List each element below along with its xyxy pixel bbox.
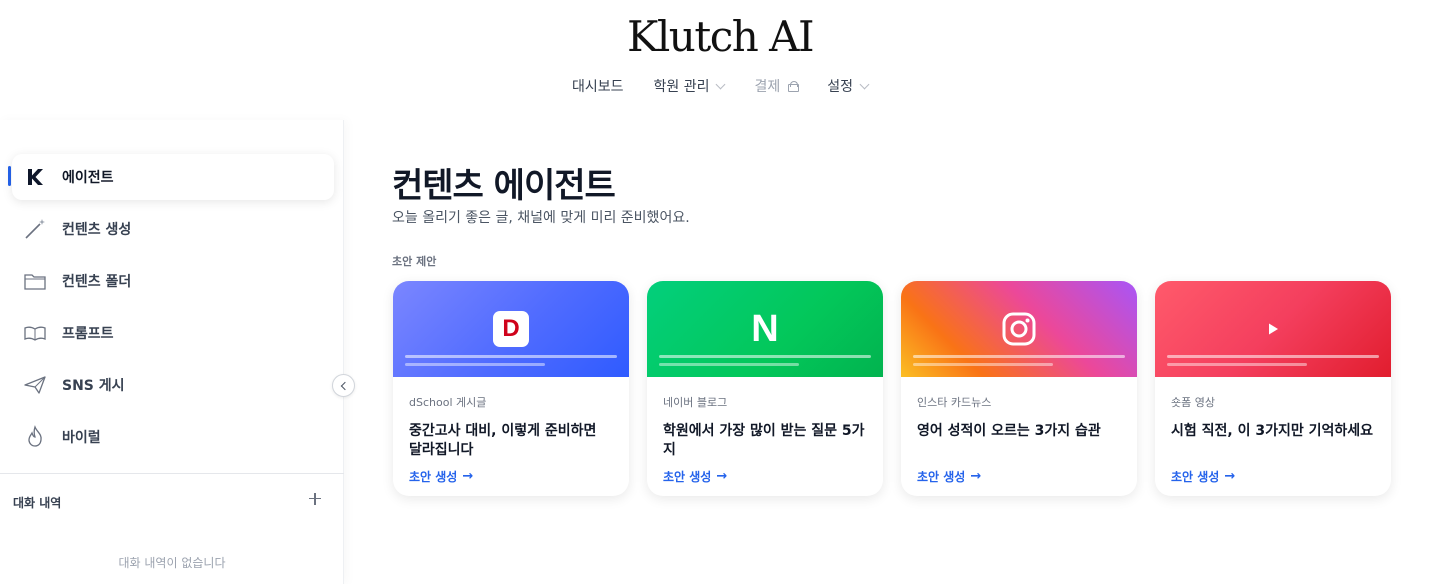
- collapse-sidebar-button[interactable]: [332, 374, 355, 397]
- section-label: 초안 제안: [392, 255, 437, 268]
- card-title: 시험 직전, 이 3가지만 기억하세요: [1171, 423, 1373, 439]
- nav-academy-label: 학원 관리: [653, 79, 710, 95]
- card-source: 인스타 카드뉴스: [917, 396, 992, 409]
- card-source: 네이버 블로그: [663, 396, 728, 409]
- sidebar-divider: [0, 473, 344, 474]
- sidebar-item-label: 프롬프트: [62, 326, 114, 342]
- klutch-logo-icon: [22, 164, 48, 190]
- folder-icon: [22, 268, 48, 294]
- arrow-right-icon: →: [716, 469, 728, 484]
- nav-payment-label: 결제: [754, 79, 781, 95]
- arrow-right-icon: →: [970, 469, 982, 484]
- nav-dashboard-label: 대시보드: [571, 79, 624, 95]
- create-draft-button[interactable]: 초안 생성 →: [663, 468, 867, 485]
- naver-icon: N: [751, 307, 779, 350]
- play-icon: [1255, 311, 1291, 347]
- sidebar-item-viral[interactable]: 바이럴: [12, 414, 334, 460]
- sidebar: 에이전트 컨텐츠 생성 컨텐츠 폴더 프롬프트 SNS 게시 바이럴 대화 내역…: [0, 120, 344, 584]
- cta-label: 초안 생성: [663, 470, 712, 484]
- card-source: 숏폼 영상: [1171, 396, 1215, 409]
- new-conversation-button[interactable]: [306, 490, 324, 508]
- draft-card-naver-blog[interactable]: N 네이버 블로그 학원에서 가장 많이 받는 질문 5가지 초안 생성 →: [647, 281, 883, 496]
- page-subtitle: 오늘 올리기 좋은 글, 채널에 맞게 미리 준비했어요.: [392, 210, 690, 226]
- draft-card-instagram[interactable]: 인스타 카드뉴스 영어 성적이 오르는 3가지 습관 초안 생성 →: [901, 281, 1137, 496]
- card-header: [1155, 281, 1391, 377]
- sidebar-item-label: 컨텐츠 생성: [62, 222, 132, 238]
- history-title: 대화 내역: [13, 496, 62, 510]
- top-navigation: 대시보드 학원 관리 결제 설정: [0, 76, 1440, 96]
- open-book-icon: [22, 320, 48, 346]
- nav-dashboard[interactable]: 대시보드: [572, 76, 624, 96]
- magic-wand-icon: [22, 216, 48, 242]
- draft-card-short-video[interactable]: 숏폼 영상 시험 직전, 이 3가지만 기억하세요 초안 생성 →: [1155, 281, 1391, 496]
- create-draft-button[interactable]: 초안 생성 →: [1171, 468, 1375, 485]
- lock-icon: [788, 80, 800, 92]
- card-title: 영어 성적이 오르는 3가지 습관: [917, 423, 1101, 439]
- page-title: 컨텐츠 에이전트: [392, 166, 616, 206]
- create-draft-button[interactable]: 초안 생성 →: [917, 468, 1121, 485]
- cta-label: 초안 생성: [1171, 470, 1220, 484]
- arrow-right-icon: →: [1224, 469, 1236, 484]
- card-title: 중간고사 대비, 이렇게 준비하면 달라집니다: [409, 423, 597, 458]
- draft-card-dschool[interactable]: D dSchool 게시글 중간고사 대비, 이렇게 준비하면 달라집니다 초안…: [393, 281, 629, 496]
- sidebar-item-label: 바이럴: [62, 430, 101, 446]
- nav-settings[interactable]: 설정: [827, 76, 870, 96]
- arrow-right-icon: →: [462, 469, 474, 484]
- brand-logo[interactable]: Klutch AI: [0, 12, 1440, 61]
- create-draft-button[interactable]: 초안 생성 →: [409, 468, 613, 485]
- cta-label: 초안 생성: [409, 470, 458, 484]
- sidebar-item-label: 에이전트: [62, 170, 114, 186]
- card-header: D: [393, 281, 629, 377]
- instagram-icon: [1001, 311, 1037, 347]
- active-indicator: [8, 166, 11, 186]
- sidebar-item-label: SNS 게시: [62, 378, 125, 394]
- sidebar-item-agent[interactable]: 에이전트: [12, 154, 334, 200]
- card-title: 학원에서 가장 많이 받는 질문 5가지: [663, 423, 865, 458]
- chevron-down-icon: [716, 79, 726, 89]
- chevron-left-icon: [340, 381, 349, 390]
- card-header: N: [647, 281, 883, 377]
- sidebar-item-content-create[interactable]: 컨텐츠 생성: [12, 206, 334, 252]
- chevron-down-icon: [859, 79, 870, 89]
- card-header: [901, 281, 1137, 377]
- flame-icon: [22, 424, 48, 450]
- dschool-icon: D: [493, 311, 529, 347]
- cta-label: 초안 생성: [917, 470, 966, 484]
- history-empty-text: 대화 내역이 없습니다: [118, 556, 226, 570]
- sidebar-item-content-folder[interactable]: 컨텐츠 폴더: [12, 258, 334, 304]
- card-source: dSchool 게시글: [409, 396, 487, 409]
- nav-academy-management[interactable]: 학원 관리: [653, 76, 726, 96]
- sidebar-item-prompt[interactable]: 프롬프트: [12, 310, 334, 356]
- sidebar-item-label: 컨텐츠 폴더: [62, 274, 132, 290]
- sidebar-item-sns-post[interactable]: SNS 게시: [12, 362, 334, 408]
- paper-plane-icon: [22, 372, 48, 398]
- nav-settings-label: 설정: [827, 79, 854, 95]
- nav-payment[interactable]: 결제: [754, 76, 800, 96]
